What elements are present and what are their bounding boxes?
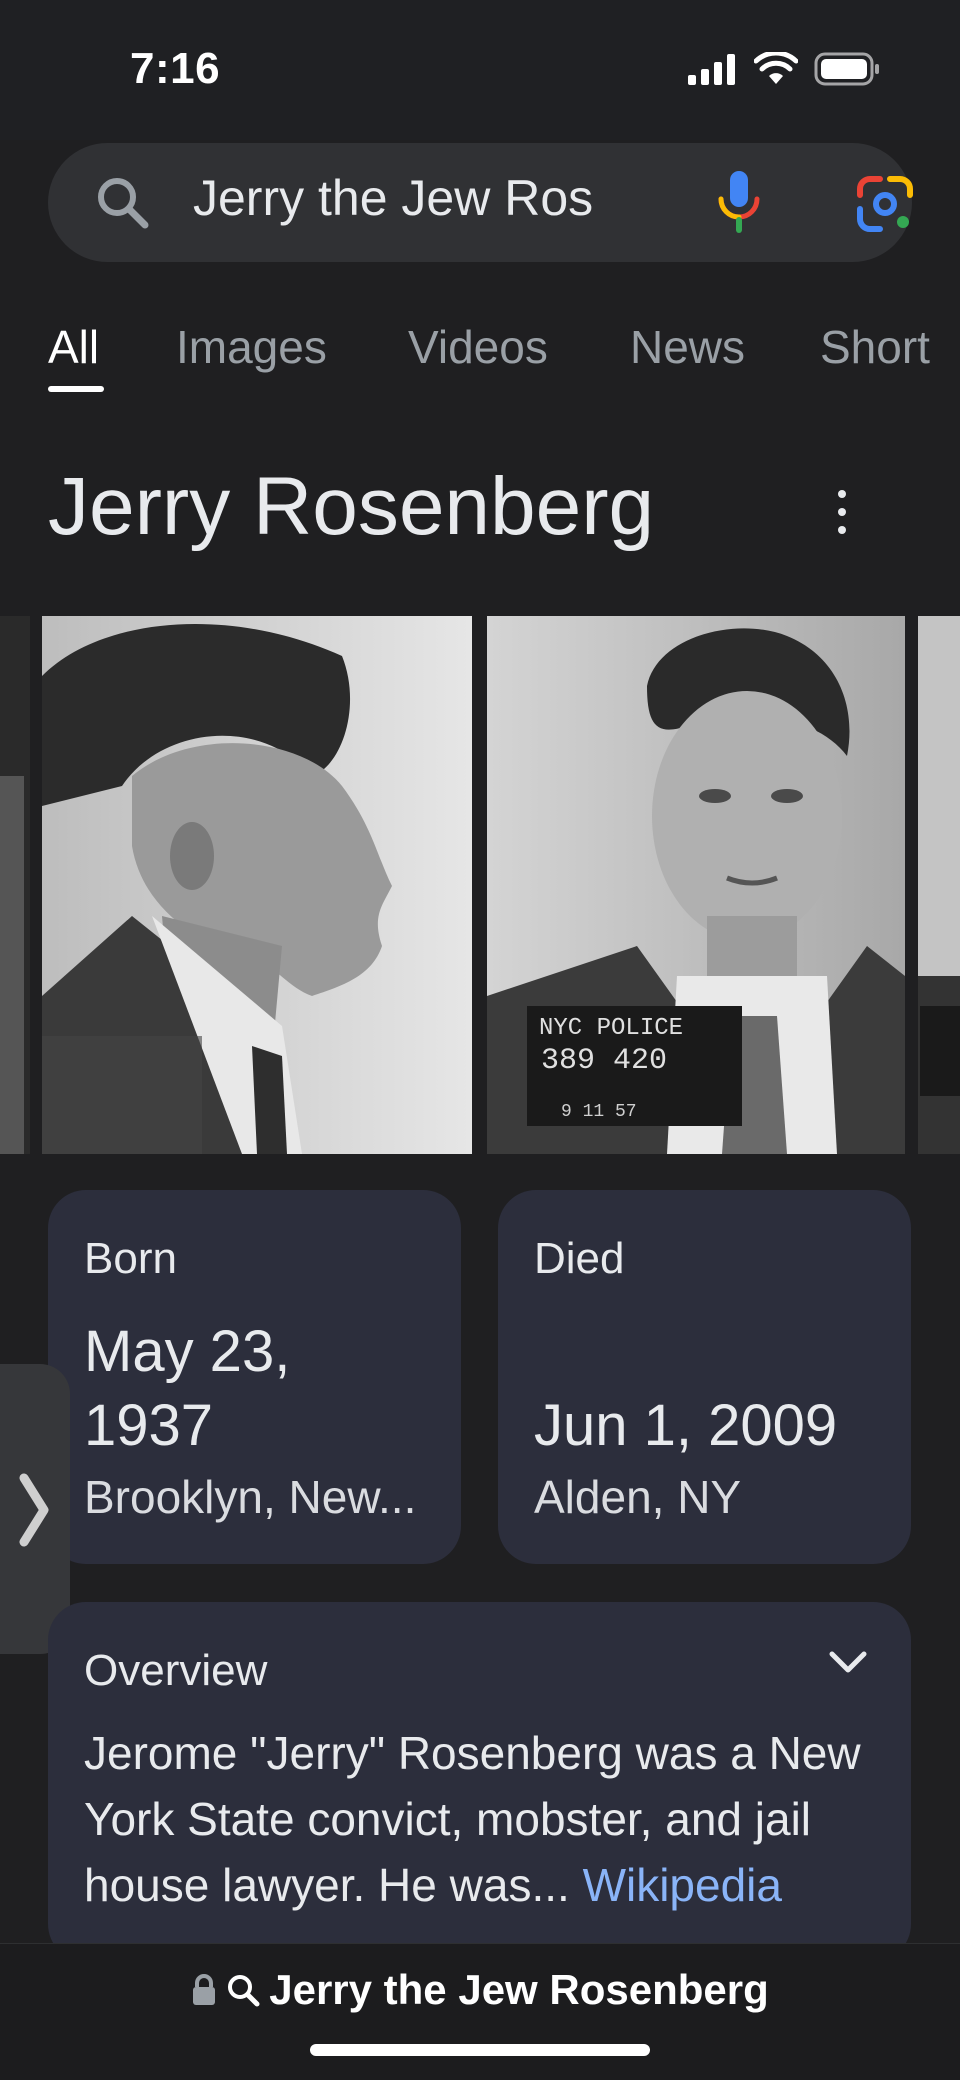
carousel-image-partial-right[interactable] [918,616,960,1154]
mugshot-placard-line2: 389 420 [541,1044,667,1078]
died-card[interactable]: Died Jun 1, 2009 Alden, NY [498,1190,911,1564]
wifi-icon [754,52,798,84]
born-date-line2: 1937 [84,1393,214,1458]
born-label: Born [84,1234,177,1283]
address-row[interactable]: Jerry the Jew Rosenberg [0,1966,960,2014]
died-place: Alden, NY [534,1471,742,1523]
lock-icon [193,1974,216,2005]
overview-label: Overview [84,1646,268,1695]
more-options-icon[interactable] [830,490,854,544]
search-input[interactable]: Jerry the Jew Ros [193,169,683,227]
browser-address-bar[interactable]: Jerry the Jew Rosenberg [0,1943,960,2080]
chevron-down-icon[interactable] [828,1650,868,1676]
overview-card[interactable]: Overview Jerome "Jerry" Rosenberg was a … [48,1602,911,1962]
tab-images[interactable]: Images [176,320,327,374]
tab-short[interactable]: Short [820,320,930,374]
microphone-icon[interactable] [716,169,762,235]
search-icon [98,178,149,229]
born-card[interactable]: Born May 23, 1937 Brooklyn, New... [48,1190,461,1564]
home-indicator[interactable] [310,2044,650,2056]
carousel-image-front-mugshot[interactable]: NYC POLICE 389 420 9 11 57 [487,616,905,1154]
search-small-icon [228,1975,260,2007]
image-carousel[interactable]: NYC POLICE 389 420 9 11 57 [0,616,960,1154]
tab-videos[interactable]: Videos [408,320,548,374]
tab-all[interactable]: All [48,320,99,374]
carousel-image-profile-mugshot[interactable] [42,616,472,1154]
overview-text-block: Jerome "Jerry" Rosenberg was a New York … [84,1720,884,1918]
status-icons [688,52,880,86]
status-bar: 7:16 [0,0,960,140]
search-bar[interactable]: Jerry the Jew Ros [48,143,914,262]
tab-news[interactable]: News [630,320,745,374]
mugshot-placard-line1: NYC POLICE [539,1015,683,1042]
born-date-line1: May 23, [84,1319,291,1384]
status-time: 7:16 [130,44,221,93]
side-panel-tab[interactable] [0,1364,70,1654]
search-tabs: All Images Videos News Short [0,300,960,400]
active-tab-indicator [48,386,104,392]
cellular-signal-icon [688,54,735,85]
died-date: Jun 1, 2009 [534,1393,838,1458]
mugshot-placard-line3: 9 11 57 [561,1102,637,1122]
google-lens-icon[interactable] [856,175,914,233]
died-label: Died [534,1234,625,1283]
carousel-image-partial-left[interactable] [0,616,30,1154]
knowledge-panel-title: Jerry Rosenberg [48,461,655,552]
battery-icon [814,52,879,86]
wikipedia-link[interactable]: Wikipedia [583,1859,782,1911]
address-text[interactable]: Jerry the Jew Rosenberg [269,1966,769,2014]
born-place: Brooklyn, New... [84,1471,417,1523]
chevron-right-icon [19,1473,49,1547]
